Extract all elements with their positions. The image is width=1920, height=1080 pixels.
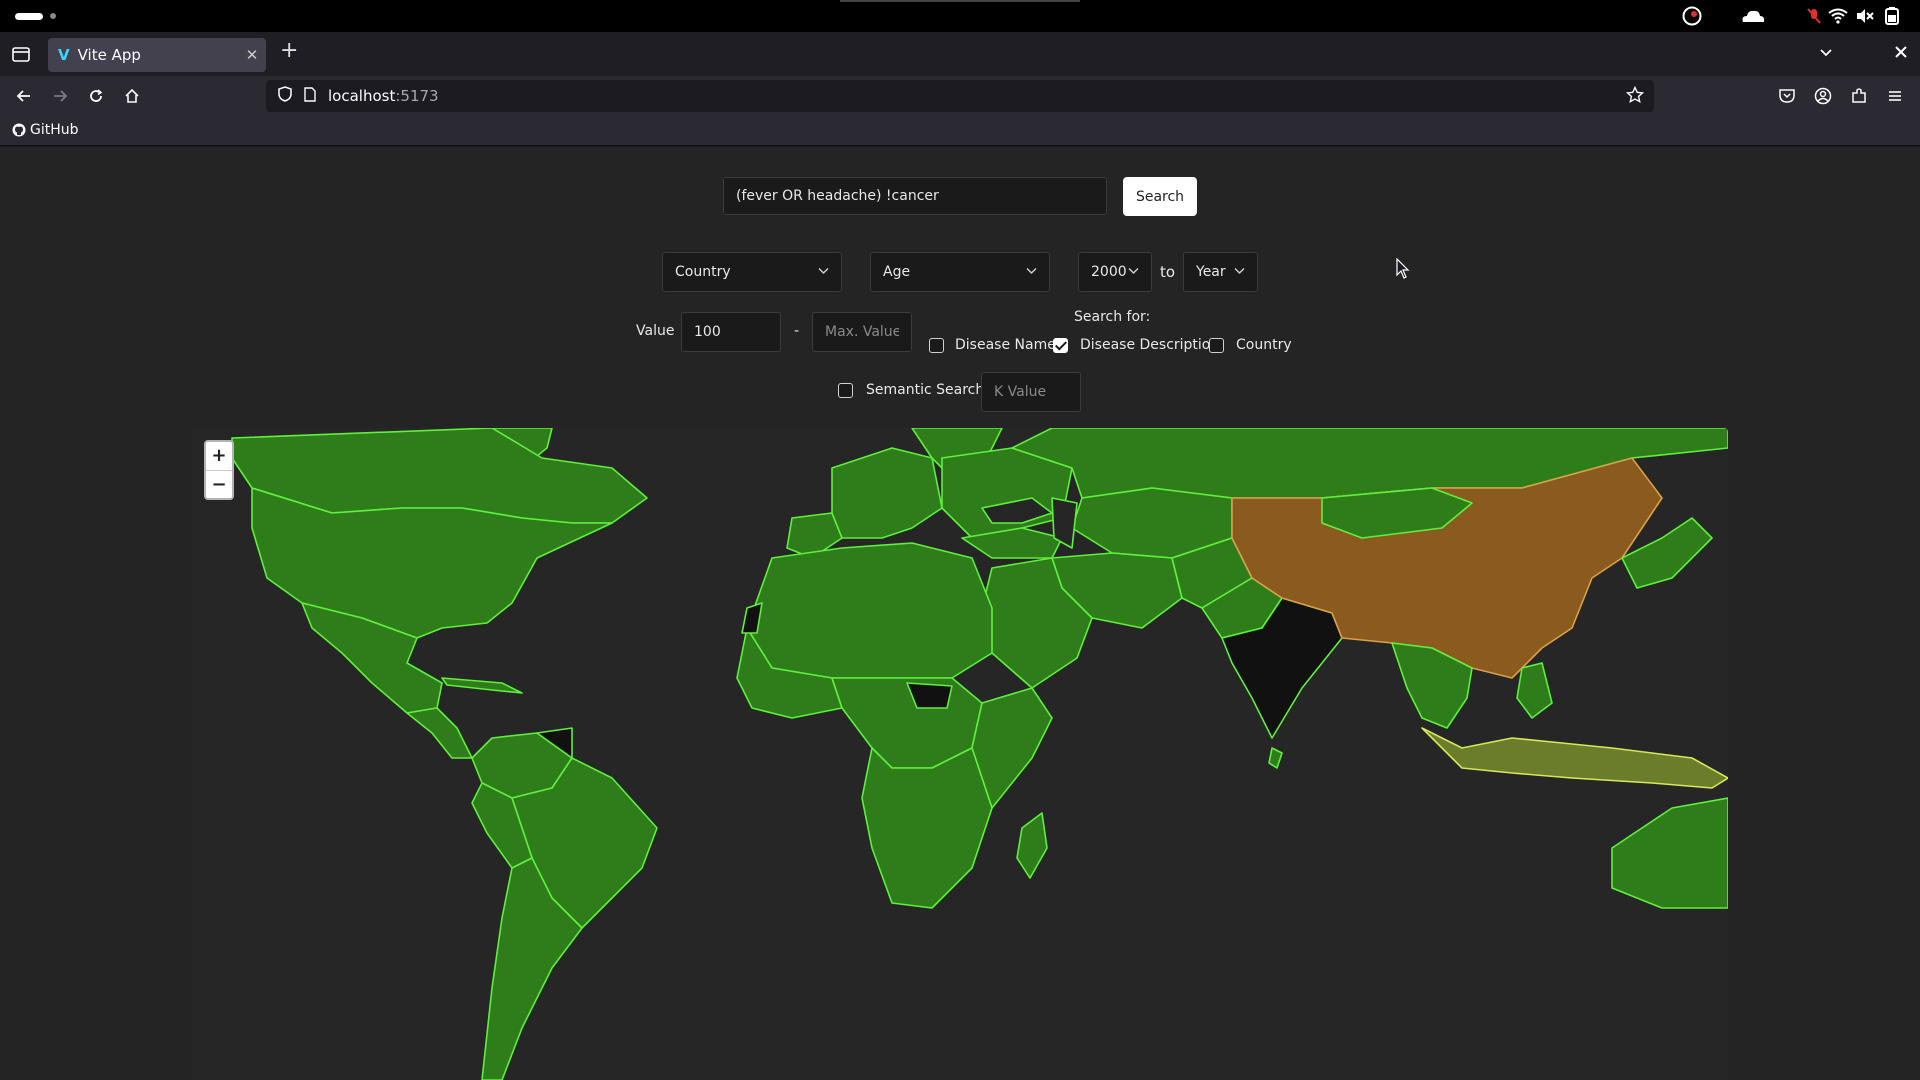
country-central-america	[406, 707, 473, 759]
country-cuba	[441, 677, 523, 694]
semantic-search-checkbox[interactable]	[838, 383, 853, 398]
bookmark-github[interactable]: GitHub	[12, 122, 79, 138]
age-select-label: Age	[883, 264, 911, 280]
country-indonesia	[1421, 727, 1728, 789]
extensions-icon[interactable]	[1850, 87, 1868, 109]
bookmark-star-icon[interactable]	[1625, 85, 1645, 108]
map-zoom-control: + −	[204, 440, 234, 500]
value-label: Value	[636, 323, 675, 339]
browser-tab-bar: V Vite App ✕ +	[0, 32, 1920, 76]
country-select[interactable]: Country	[662, 252, 842, 292]
tab-close-icon[interactable]: ✕	[238, 46, 266, 64]
country-sri-lanka	[1268, 747, 1283, 769]
pocket-icon[interactable]	[1778, 87, 1796, 109]
forward-icon[interactable]	[48, 84, 72, 108]
world-map[interactable]: + −	[192, 428, 1728, 1080]
country-philippines	[1516, 662, 1553, 719]
back-icon[interactable]	[12, 84, 36, 108]
country-southern-africa	[861, 747, 993, 909]
zoom-in-button[interactable]: +	[206, 442, 232, 470]
max-value-input[interactable]	[812, 312, 912, 352]
year-to-label: Year	[1196, 264, 1226, 280]
workspace-dot[interactable]	[50, 13, 56, 19]
bookmarks-toolbar: GitHub	[0, 116, 1920, 146]
mouse-cursor-icon	[1396, 257, 1410, 284]
value-range-dash: -	[794, 323, 800, 339]
page-info-icon[interactable]	[304, 86, 316, 106]
country-madagascar	[1016, 812, 1048, 879]
volume-muted-icon[interactable]	[1856, 6, 1874, 26]
url-text: localhost:5173	[328, 87, 439, 105]
wifi-icon[interactable]	[1828, 6, 1848, 26]
disease-description-checkbox[interactable]	[1053, 338, 1068, 353]
vite-favicon-icon: V	[58, 46, 70, 64]
new-tab-button[interactable]: +	[280, 38, 298, 63]
cloud-tray-icon[interactable]	[1740, 6, 1766, 26]
chevron-down-icon	[1128, 267, 1139, 278]
disease-name-checkbox[interactable]	[929, 338, 944, 353]
account-icon[interactable]	[1814, 87, 1832, 109]
menu-icon[interactable]	[1886, 87, 1904, 109]
year-range-to-label: to	[1160, 263, 1176, 281]
list-tabs-chevron-icon[interactable]	[1818, 44, 1834, 64]
disease-name-label: Disease Name	[955, 337, 1056, 353]
age-select[interactable]: Age	[870, 252, 1050, 292]
year-to-select[interactable]: Year	[1183, 252, 1258, 292]
tab-title: Vite App	[77, 46, 141, 64]
country-north-africa	[746, 542, 993, 679]
zoom-out-button[interactable]: −	[206, 470, 232, 498]
shield-icon[interactable]	[278, 86, 292, 106]
tab-vite-app[interactable]: V Vite App ✕	[48, 38, 266, 72]
battery-icon[interactable]	[1884, 6, 1900, 26]
reload-icon[interactable]	[84, 84, 108, 108]
chevron-down-icon	[1026, 267, 1037, 278]
semantic-search-label: Semantic Search	[866, 382, 985, 398]
browser-nav-bar: localhost:5173	[0, 76, 1920, 116]
window-close-icon[interactable]	[1894, 44, 1908, 63]
chevron-down-icon	[818, 267, 829, 278]
url-bar[interactable]: localhost:5173	[266, 80, 1654, 112]
country-checkbox[interactable]	[1209, 338, 1224, 353]
system-top-bar	[0, 0, 1920, 32]
k-value-input[interactable]	[981, 372, 1081, 412]
country-australia	[1611, 797, 1728, 909]
country-select-label: Country	[675, 264, 731, 280]
tab-overview-icon[interactable]	[12, 45, 30, 67]
search-for-title: Search for:	[1074, 309, 1151, 325]
search-input[interactable]	[723, 177, 1107, 215]
country-western-europe	[831, 447, 943, 539]
mic-muted-icon[interactable]	[1806, 6, 1822, 26]
year-from-select[interactable]: 2000	[1078, 252, 1152, 292]
search-button[interactable]: Search	[1123, 177, 1197, 216]
country-checkbox-label: Country	[1236, 337, 1292, 353]
disease-description-label: Disease Description	[1080, 337, 1220, 353]
workspace-indicator[interactable]	[15, 13, 43, 20]
min-value-input[interactable]	[681, 312, 781, 352]
home-icon[interactable]	[120, 84, 144, 108]
year-from-label: 2000	[1091, 264, 1127, 280]
page-content: Search Country Age 2000 to Year Value - …	[0, 147, 1920, 1080]
top-edge-line	[840, 0, 1080, 2]
steam-tray-icon[interactable]	[1682, 6, 1702, 26]
github-icon	[12, 123, 26, 137]
bookmark-label: GitHub	[30, 122, 79, 138]
world-map-svg[interactable]	[192, 428, 1728, 1080]
chevron-down-icon	[1234, 267, 1245, 278]
